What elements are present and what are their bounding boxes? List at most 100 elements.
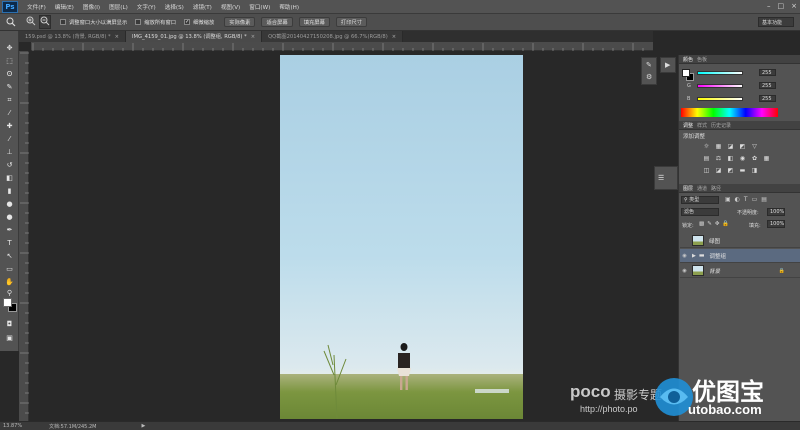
marquee-tool-icon[interactable]: ⬚	[4, 56, 15, 67]
shape-tool-icon[interactable]: ▭	[4, 264, 15, 275]
dodge-tool-icon[interactable]: ●	[4, 212, 15, 223]
blue-value[interactable]: 255	[759, 95, 776, 102]
expand-panels-button[interactable]: ▶	[660, 57, 676, 73]
eye-icon[interactable]: ◉	[680, 268, 689, 274]
threshold-icon[interactable]: ◩	[727, 167, 734, 174]
menu-help[interactable]: 帮助(H)	[279, 3, 299, 11]
resize-windows-checkbox[interactable]: 调整窗口大小以满屏显示	[60, 18, 127, 26]
clone-stamp-tool-icon[interactable]: ⊥	[4, 147, 15, 158]
invert-icon[interactable]: ◫	[703, 167, 710, 174]
menu-select[interactable]: 选择(S)	[165, 3, 184, 11]
expand-arrow-icon[interactable]: ▶	[692, 253, 696, 259]
tab-history[interactable]: 历史记录	[711, 122, 731, 129]
color-spectrum-bar[interactable]	[681, 108, 778, 117]
selective-color-icon[interactable]: ◨	[751, 167, 758, 174]
color-swatches[interactable]	[3, 298, 17, 312]
document-canvas[interactable]	[280, 55, 523, 419]
tab-color[interactable]: 颜色	[683, 56, 693, 63]
tab-document-1[interactable]: 159.psd @ 13.8% (背景, RGB/8) * ×	[19, 31, 127, 42]
close-icon[interactable]: ×	[392, 34, 396, 40]
lasso-tool-icon[interactable]: ʘ	[4, 69, 15, 80]
eyedropper-tool-icon[interactable]: ⁄	[4, 108, 15, 119]
layer-name[interactable]: 背景	[709, 267, 720, 275]
blue-slider[interactable]: B 255	[687, 95, 776, 102]
zoom-out-icon[interactable]	[39, 15, 51, 29]
properties-panel-button[interactable]: ☰	[654, 166, 678, 190]
tab-swatches[interactable]: 色板	[697, 56, 707, 63]
document-size[interactable]: 文档:57.1M/245.2M	[49, 423, 96, 430]
foreground-color-swatch[interactable]	[3, 298, 12, 307]
exposure-icon[interactable]: ◩	[739, 143, 746, 150]
close-button[interactable]: ×	[791, 2, 797, 10]
green-track[interactable]	[697, 83, 743, 88]
layer-filter-kind[interactable]: ⚲ 类型	[681, 196, 719, 204]
close-icon[interactable]: ×	[115, 34, 119, 40]
quick-select-tool-icon[interactable]: ✎	[4, 82, 15, 93]
zoom-in-icon[interactable]	[26, 16, 36, 28]
layer-name[interactable]: 调整组	[710, 252, 727, 260]
fill-screen-button[interactable]: 填充屏幕	[298, 17, 330, 27]
red-value[interactable]: 255	[759, 69, 776, 76]
screen-mode-icon[interactable]: ▣	[4, 333, 15, 344]
type-filter-icon[interactable]: T	[744, 196, 752, 203]
menu-image[interactable]: 图像(I)	[83, 3, 100, 11]
eraser-tool-icon[interactable]: ◧	[4, 173, 15, 184]
brightness-icon[interactable]: ☼	[703, 143, 710, 150]
gradient-map-icon[interactable]: ▬	[739, 167, 746, 174]
layer-row[interactable]: ◉ 背景 🔒	[680, 264, 800, 278]
fit-screen-button[interactable]: 适合屏幕	[261, 17, 293, 27]
red-track[interactable]	[697, 70, 743, 75]
fg-color-chip[interactable]	[682, 69, 690, 77]
menu-layer[interactable]: 图层(L)	[109, 3, 128, 11]
minimize-button[interactable]: –	[767, 2, 771, 10]
menu-filter[interactable]: 滤镜(T)	[193, 3, 212, 11]
scrubby-zoom-checkbox[interactable]: ✓ 细微缩放	[184, 18, 214, 26]
type-tool-icon[interactable]: T	[4, 238, 15, 249]
layer-name[interactable]: 绿图	[709, 237, 720, 245]
brush-tool-icon[interactable]: ⁄	[4, 134, 15, 145]
blue-track[interactable]	[697, 96, 743, 101]
fill-field[interactable]: 100%	[767, 220, 785, 228]
zoom-level[interactable]: 13.87%	[3, 423, 31, 429]
move-tool-icon[interactable]: ✥	[4, 43, 15, 54]
gradient-tool-icon[interactable]: ▮	[4, 186, 15, 197]
quick-mask-icon[interactable]: ◘	[4, 319, 15, 330]
menu-edit[interactable]: 编辑(E)	[55, 3, 74, 11]
photo-filter-icon[interactable]: ◉	[739, 155, 746, 162]
channel-mixer-icon[interactable]: ✿	[751, 155, 758, 162]
hue-saturation-icon[interactable]: ▤	[703, 155, 710, 162]
tab-channels[interactable]: 通道	[697, 185, 707, 192]
healing-brush-tool-icon[interactable]: ✚	[4, 121, 15, 132]
lock-all-icon[interactable]: 🔒	[722, 221, 732, 227]
red-slider[interactable]: R 255	[687, 69, 776, 76]
zoom-tool-icon[interactable]	[6, 17, 16, 27]
hand-tool-icon[interactable]: ✋	[4, 277, 15, 288]
posterize-icon[interactable]: ◪	[715, 167, 722, 174]
menu-view[interactable]: 视图(V)	[221, 3, 240, 11]
menu-file[interactable]: 文件(F)	[27, 3, 46, 11]
path-select-tool-icon[interactable]: ↖	[4, 251, 15, 262]
tab-adjustments[interactable]: 调整	[683, 122, 693, 129]
adjustment-filter-icon[interactable]: ◐	[735, 196, 744, 203]
print-size-button[interactable]: 打印尺寸	[335, 17, 368, 27]
tab-styles[interactable]: 样式	[697, 122, 707, 129]
tab-layers[interactable]: 图层	[683, 185, 693, 192]
menu-type[interactable]: 文字(Y)	[137, 3, 156, 11]
black-white-icon[interactable]: ◧	[727, 155, 734, 162]
maximize-button[interactable]: □	[778, 2, 785, 10]
eye-icon[interactable]: ◉	[680, 253, 689, 259]
green-slider[interactable]: G 255	[687, 82, 776, 89]
crop-tool-icon[interactable]: ⌗	[4, 95, 15, 106]
shape-filter-icon[interactable]: ▭	[752, 196, 762, 203]
blend-mode-select[interactable]: 滤色	[681, 208, 719, 216]
lock-transparency-icon[interactable]: ▩	[699, 221, 707, 227]
vibrance-icon[interactable]: ▽	[751, 143, 758, 150]
levels-icon[interactable]: ▦	[715, 143, 722, 150]
color-balance-icon[interactable]: ⚖	[715, 155, 722, 162]
history-panel-button[interactable]: ✎ ⚙	[641, 57, 657, 85]
opacity-field[interactable]: 100%	[767, 208, 785, 216]
close-icon[interactable]: ×	[251, 34, 255, 40]
workspace-switcher[interactable]: 基本功能	[758, 17, 794, 27]
pixel-filter-icon[interactable]: ▣	[725, 196, 735, 203]
layer-row-selected[interactable]: ◉ ▶ ▬ 调整组	[680, 249, 800, 263]
